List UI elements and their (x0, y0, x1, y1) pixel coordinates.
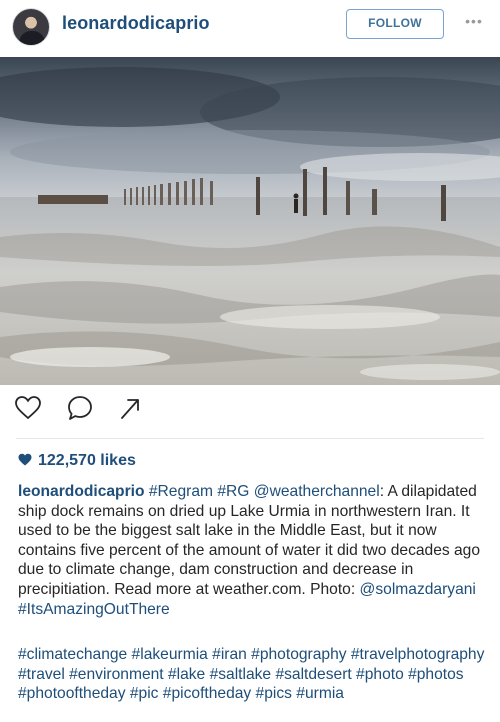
post-hashtags[interactable]: #climatechange #lakeurmia #iran #photogr… (18, 645, 488, 704)
post-actions (0, 394, 500, 430)
post-username[interactable]: leonardodicaprio (62, 13, 210, 34)
caption-tag-link[interactable]: #ItsAmazingOutThere (18, 601, 170, 618)
heart-filled-icon (18, 453, 32, 466)
caption-tag-link[interactable]: @weatherchannel (254, 483, 380, 500)
post-header: leonardodicaprio FOLLOW ••• (0, 0, 500, 56)
avatar-figure (19, 31, 45, 45)
actions-divider (16, 438, 484, 439)
caption-tag-link[interactable]: #RG (217, 483, 249, 500)
caption-body: #Regram #RG @weatherchannel: A dilapidat… (18, 483, 480, 618)
likes-label: 122,570 likes (38, 452, 136, 469)
post-photo[interactable] (0, 57, 500, 385)
follow-button[interactable]: FOLLOW (346, 9, 444, 39)
avatar[interactable] (12, 8, 50, 46)
salt-lake-photo (0, 57, 500, 385)
caption-tag-link[interactable]: @solmazdaryani (360, 581, 476, 598)
heart-outline-icon[interactable] (14, 394, 42, 422)
caption-username[interactable]: leonardodicaprio (18, 483, 145, 500)
caption-tag-link[interactable]: #Regram (149, 483, 213, 500)
share-arrow-icon[interactable] (116, 394, 144, 422)
likes-count[interactable]: 122,570 likes (18, 452, 136, 474)
comment-bubble-icon[interactable] (66, 394, 94, 422)
post-caption: leonardodicaprio #Regram #RG @weathercha… (18, 482, 488, 619)
more-options-icon[interactable]: ••• (462, 14, 486, 28)
